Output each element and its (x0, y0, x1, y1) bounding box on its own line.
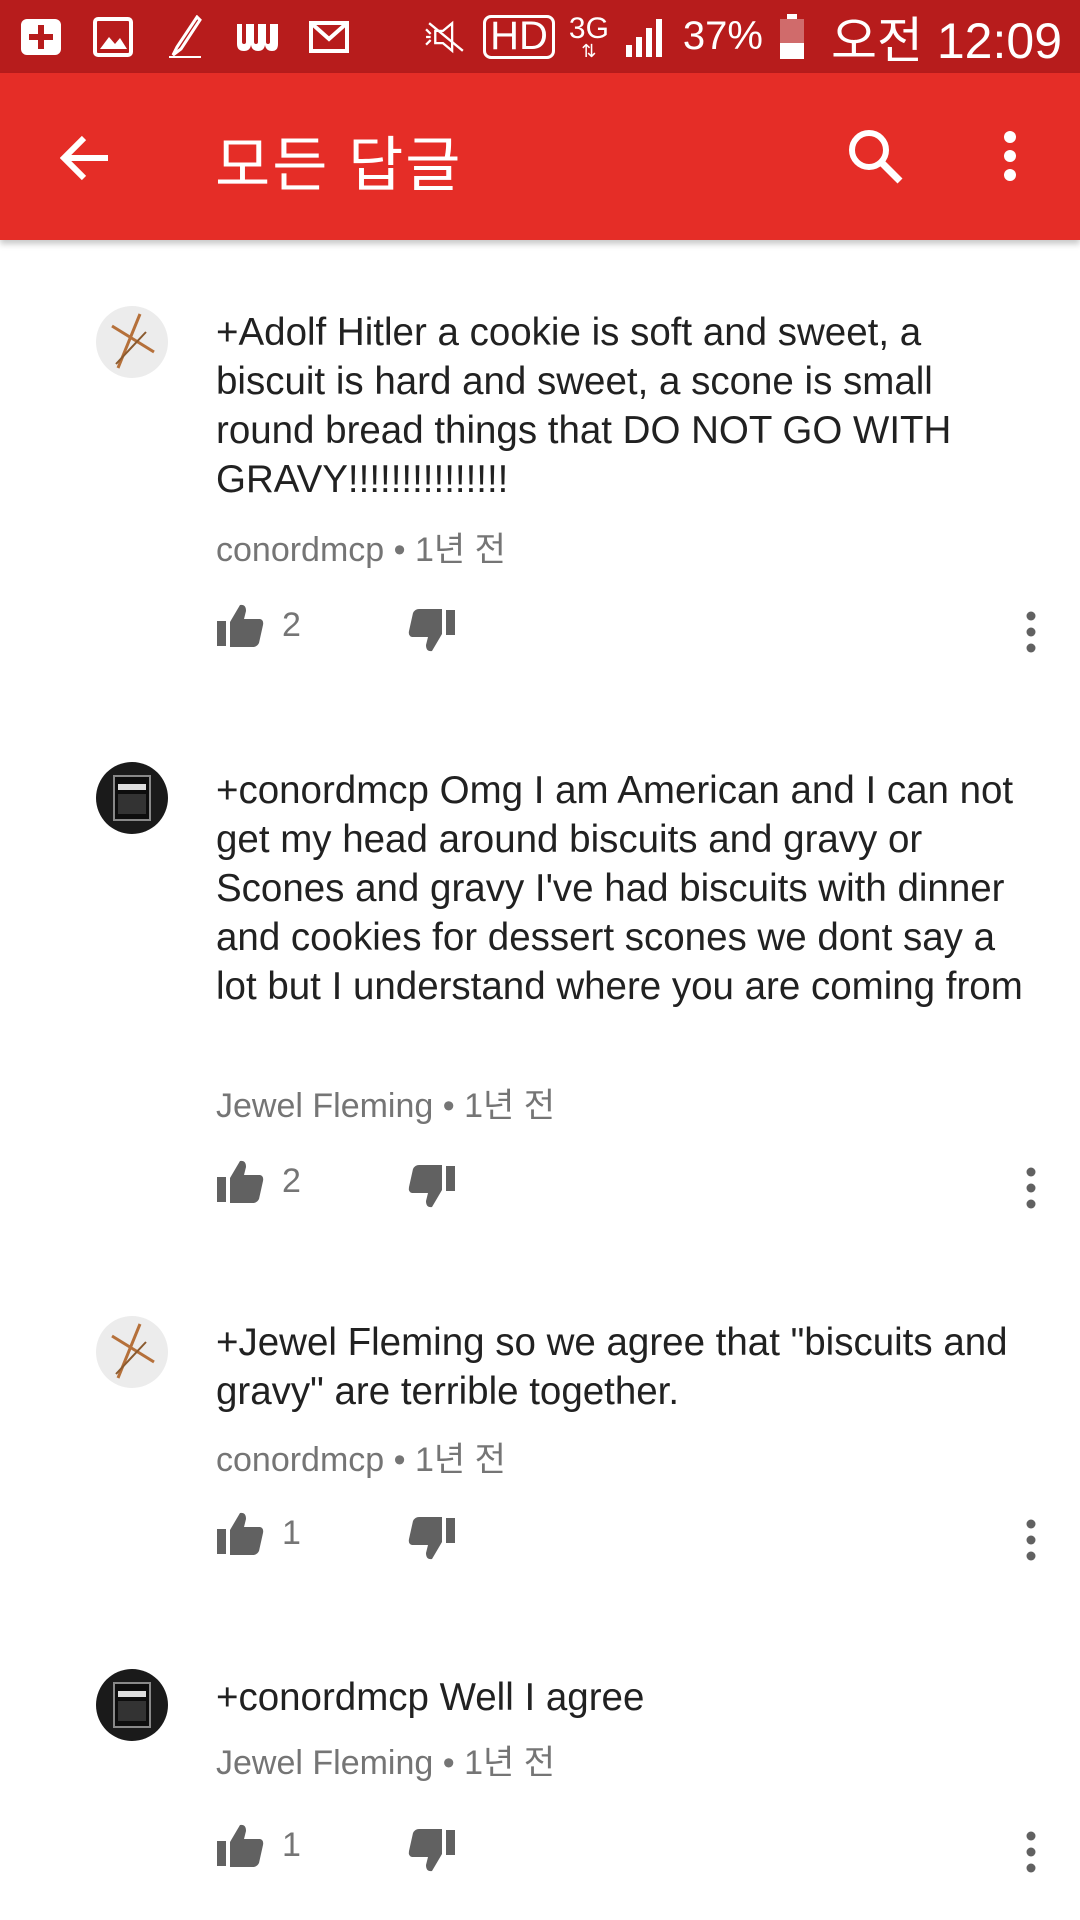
like-button[interactable] (216, 1158, 266, 1212)
more-options-button[interactable] (985, 121, 1035, 191)
thumb-down-icon (408, 1517, 455, 1560)
w-app-icon (234, 16, 280, 58)
like-button[interactable] (216, 1510, 266, 1564)
comment-time: 1년 전 (415, 1441, 506, 1479)
signal-icon (623, 16, 669, 58)
comment-time: 1년 전 (415, 531, 506, 569)
comment-text: +Adolf Hitler a cookie is soft and sweet… (216, 311, 952, 501)
mute-icon (423, 16, 469, 58)
arrow-back-icon (60, 135, 108, 181)
meta-separator: • (393, 531, 406, 569)
meta-separator: • (442, 1087, 455, 1125)
like-button[interactable] (216, 1822, 266, 1876)
comment-more-button[interactable] (1016, 1158, 1046, 1218)
comment-text: +conordmcp Well I agree (216, 1676, 645, 1719)
comment-author[interactable]: Jewel Fleming (216, 1087, 433, 1125)
status-bar: HD 3G ⇅ 37% 오전 12:09 (0, 0, 1080, 73)
comment-actions: 2 (216, 602, 1046, 662)
comment-actions: 1 (216, 1822, 1046, 1882)
like-count: 2 (282, 1162, 301, 1200)
meta-separator: • (393, 1441, 406, 1479)
more-vert-icon (1004, 131, 1016, 181)
clock: 오전 12:09 (830, 12, 1062, 69)
comment-text: +conordmcp Omg I am American and I can n… (216, 769, 1023, 1008)
thumb-down-icon (408, 609, 455, 652)
more-vert-icon (1026, 1167, 1036, 1209)
dislike-button[interactable] (408, 1516, 458, 1570)
thumb-up-icon (217, 604, 264, 647)
search-icon (849, 130, 903, 184)
comment-author[interactable]: Jewel Fleming (216, 1744, 433, 1782)
comment-meta: Jewel Fleming • 1년 전 (216, 1735, 555, 1784)
thumb-down-icon (408, 1829, 455, 1872)
comment-text: +Jewel Fleming so we agree that "biscuit… (216, 1321, 1008, 1413)
avatar[interactable] (96, 1669, 168, 1741)
avatar[interactable] (96, 762, 168, 834)
mail-icon (306, 16, 352, 58)
add-box-icon (18, 16, 64, 58)
like-count: 1 (282, 1514, 301, 1552)
comment-author[interactable]: conordmcp (216, 531, 384, 569)
avatar[interactable] (96, 306, 168, 378)
dislike-button[interactable] (408, 1164, 458, 1218)
comment-actions: 2 (216, 1158, 1046, 1218)
app-bar: 모든 답글 (0, 73, 1080, 240)
comment-meta: Jewel Fleming • 1년 전 (216, 1078, 555, 1127)
comment-actions: 1 (216, 1510, 1046, 1570)
more-vert-icon (1026, 611, 1036, 653)
dislike-button[interactable] (408, 1828, 458, 1882)
thumb-up-icon (217, 1512, 264, 1555)
thumb-up-icon (217, 1160, 264, 1203)
more-vert-icon (1026, 1519, 1036, 1561)
image-icon (90, 16, 136, 58)
more-vert-icon (1026, 1831, 1036, 1873)
comment-meta: conordmcp • 1년 전 (216, 1432, 506, 1481)
notification-icons (18, 14, 352, 58)
hd-label: HD (490, 14, 548, 58)
back-button[interactable] (50, 123, 120, 193)
comment-more-button[interactable] (1016, 1510, 1046, 1570)
comment-time: 1년 전 (464, 1744, 556, 1782)
network-3g-icon: 3G ⇅ (568, 11, 609, 61)
comment-time: 1년 전 (464, 1087, 556, 1125)
battery-percent: 37% (682, 14, 763, 58)
system-icons: HD 3G ⇅ 37% 오전 12:09 (423, 1, 1062, 73)
battery-icon (777, 13, 807, 59)
dislike-button[interactable] (408, 608, 458, 662)
search-button[interactable] (840, 121, 910, 191)
comment-more-button[interactable] (1016, 1822, 1046, 1882)
comment-author[interactable]: conordmcp (216, 1441, 384, 1479)
avatar[interactable] (96, 1316, 168, 1388)
like-count: 2 (282, 606, 301, 644)
comment-meta: conordmcp • 1년 전 (216, 522, 506, 571)
like-count: 1 (282, 1826, 301, 1864)
thumb-up-icon (217, 1824, 264, 1867)
meta-separator: • (442, 1744, 455, 1782)
pen-icon (162, 14, 208, 58)
like-button[interactable] (216, 602, 266, 656)
comment-more-button[interactable] (1016, 602, 1046, 662)
network-label: 3G (568, 11, 609, 45)
thumb-down-icon (408, 1165, 455, 1208)
hd-icon: HD (483, 14, 555, 59)
page-title: 모든 답글 (215, 132, 463, 199)
